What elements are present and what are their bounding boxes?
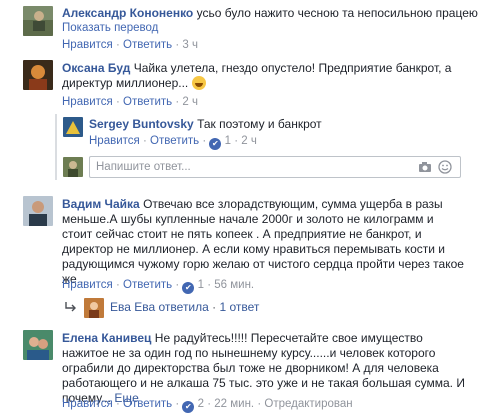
like-icon[interactable]: ✔ — [182, 282, 195, 294]
like-button[interactable]: Нравится — [62, 96, 113, 108]
separator: · — [115, 279, 120, 291]
separator: · — [115, 398, 120, 410]
separator: · — [142, 135, 147, 147]
comment-time[interactable]: 2 ч — [182, 96, 198, 108]
reply-summary[interactable]: Ева Ева ответила · 1 ответ — [0, 298, 500, 318]
separator: · — [257, 398, 262, 410]
comment-author[interactable]: Вадим Чайка — [62, 197, 140, 211]
avatar[interactable] — [63, 117, 83, 137]
separator: · — [175, 96, 180, 108]
edited-label[interactable]: Отредактирован — [264, 398, 352, 410]
comment-author[interactable]: Елена Канивец — [62, 331, 151, 345]
separator: · — [115, 39, 120, 51]
comment-time[interactable]: 22 мин. — [214, 398, 254, 410]
separator: · — [212, 300, 217, 314]
camera-icon[interactable] — [418, 160, 432, 174]
reply-button[interactable]: Ответить — [123, 96, 172, 108]
like-button[interactable]: Нравится — [62, 39, 113, 51]
smiley-icon[interactable] — [438, 160, 452, 174]
translate-link[interactable]: Показать перевод — [62, 22, 158, 34]
comment-author[interactable]: Александр Кононенко — [62, 6, 193, 20]
reply-button[interactable]: Ответить — [123, 398, 172, 410]
comment-time[interactable]: 2 ч — [241, 135, 257, 147]
avatar[interactable] — [23, 330, 53, 360]
separator: · — [202, 135, 207, 147]
reply-arrow-icon — [64, 301, 76, 316]
reply-button[interactable]: Ответить — [123, 279, 172, 291]
separator: · — [175, 279, 180, 291]
reply-input-box[interactable] — [89, 156, 461, 178]
comment-author[interactable]: Sergey Buntovsky — [89, 117, 194, 131]
comment-text: Так поэтому и банкрот — [197, 117, 322, 131]
like-count[interactable]: 1 — [198, 279, 204, 291]
avatar[interactable] — [23, 60, 53, 90]
reply-button[interactable]: Ответить — [123, 39, 172, 51]
reply-button[interactable]: Ответить — [150, 135, 199, 147]
avatar[interactable] — [84, 298, 104, 318]
like-icon[interactable]: ✔ — [209, 138, 222, 150]
like-button[interactable]: Нравится — [62, 279, 113, 291]
avatar[interactable] — [23, 6, 53, 36]
reply-summary-action[interactable]: ответила — [159, 300, 209, 314]
thread-line — [55, 114, 57, 180]
avatar[interactable] — [23, 196, 53, 226]
reply-summary-count[interactable]: 1 ответ — [220, 300, 260, 314]
like-count[interactable]: 1 — [225, 135, 231, 147]
like-count[interactable]: 2 — [198, 398, 204, 410]
separator: · — [207, 398, 212, 410]
separator: · — [175, 39, 180, 51]
separator: · — [234, 135, 239, 147]
comment-text: усьо було нажито чесною та непосильною п… — [196, 6, 478, 20]
laughing-emoji-icon — [191, 76, 206, 90]
reply-summary-author[interactable]: Ева Ева — [110, 300, 155, 314]
like-icon[interactable]: ✔ — [182, 401, 195, 413]
comment-time[interactable]: 3 ч — [182, 39, 198, 51]
separator: · — [175, 398, 180, 410]
like-button[interactable]: Нравится — [89, 135, 140, 147]
separator: · — [115, 96, 120, 108]
separator: · — [207, 279, 212, 291]
reply-input[interactable] — [90, 157, 390, 177]
like-button[interactable]: Нравится — [62, 398, 113, 410]
comment-author[interactable]: Оксана Буд — [62, 61, 130, 75]
comment-time[interactable]: 56 мин. — [214, 279, 254, 291]
current-user-avatar — [63, 157, 83, 177]
